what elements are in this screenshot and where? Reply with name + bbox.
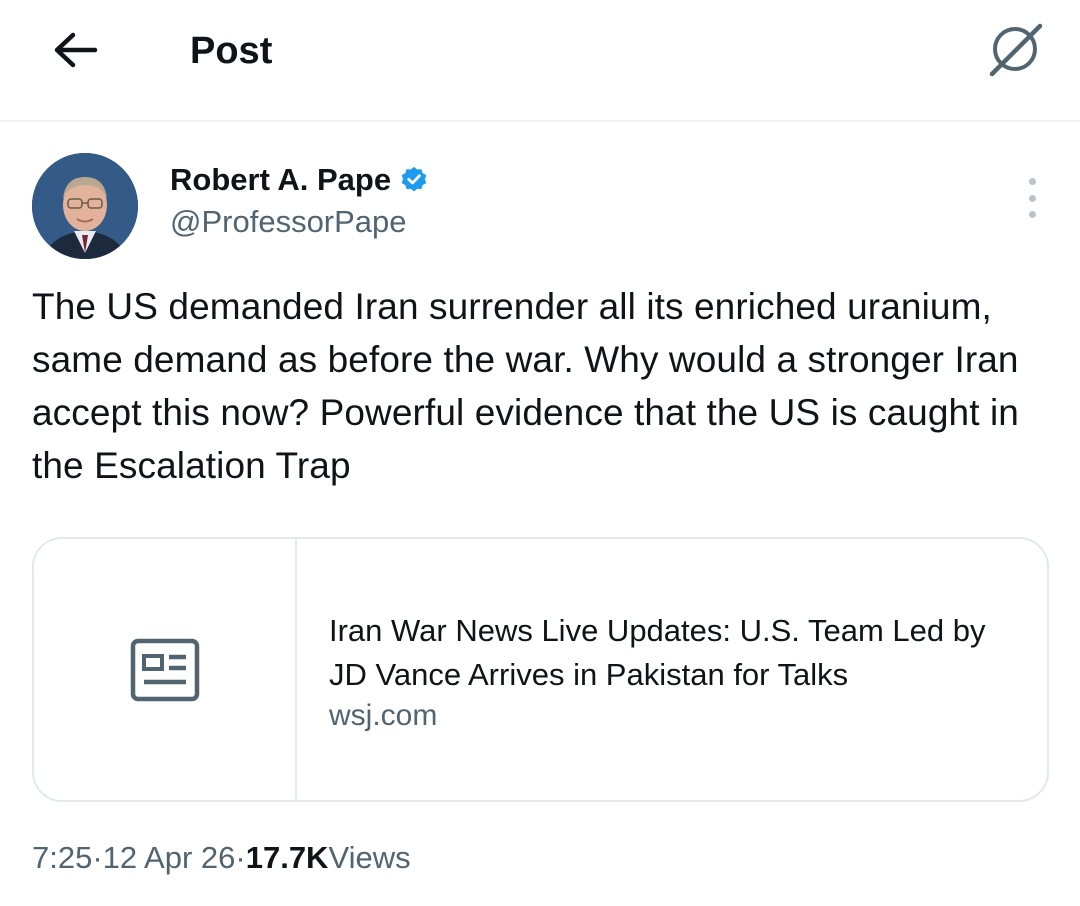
post-meta: 7:25 · 12 Apr 26 · 17.7K Views xyxy=(32,840,411,876)
meta-separator: · xyxy=(235,840,246,875)
link-card[interactable]: Iran War News Live Updates: U.S. Team Le… xyxy=(32,537,1049,802)
post-time[interactable]: 7:25 xyxy=(32,840,92,876)
grok-button[interactable] xyxy=(980,14,1050,84)
post-screen: Post Robert A. Pape @ProfessorPape The U… xyxy=(0,0,1080,906)
card-thumbnail xyxy=(34,539,297,800)
top-bar: Post xyxy=(0,0,1080,122)
page-title: Post xyxy=(190,30,273,72)
more-dot-icon xyxy=(1028,211,1036,218)
verified-badge-icon xyxy=(401,166,427,192)
arrow-left-icon xyxy=(54,32,98,68)
card-body: Iran War News Live Updates: U.S. Team Le… xyxy=(297,539,1047,800)
more-options-button[interactable] xyxy=(1020,178,1044,218)
profile-photo xyxy=(32,153,138,259)
author-name-row[interactable]: Robert A. Pape xyxy=(170,162,429,198)
views-label: Views xyxy=(328,840,411,875)
tweet-text: The US demanded Iran surrender all its e… xyxy=(32,286,1019,486)
card-domain: wsj.com xyxy=(329,699,438,732)
post-date[interactable]: 12 Apr 26 xyxy=(103,840,236,876)
meta-separator: · xyxy=(92,840,103,875)
back-button[interactable] xyxy=(40,20,110,80)
more-dot-icon xyxy=(1028,178,1036,185)
views-count[interactable]: 17.7K xyxy=(246,840,329,876)
author-name[interactable]: Robert A. Pape xyxy=(170,162,391,198)
avatar[interactable] xyxy=(32,153,138,259)
article-icon xyxy=(130,638,199,701)
author-handle[interactable]: @ProfessorPape xyxy=(170,204,407,240)
card-title[interactable]: Iran War News Live Updates: U.S. Team Le… xyxy=(329,609,989,697)
more-dot-icon xyxy=(1028,194,1036,202)
grok-icon xyxy=(989,23,1043,77)
